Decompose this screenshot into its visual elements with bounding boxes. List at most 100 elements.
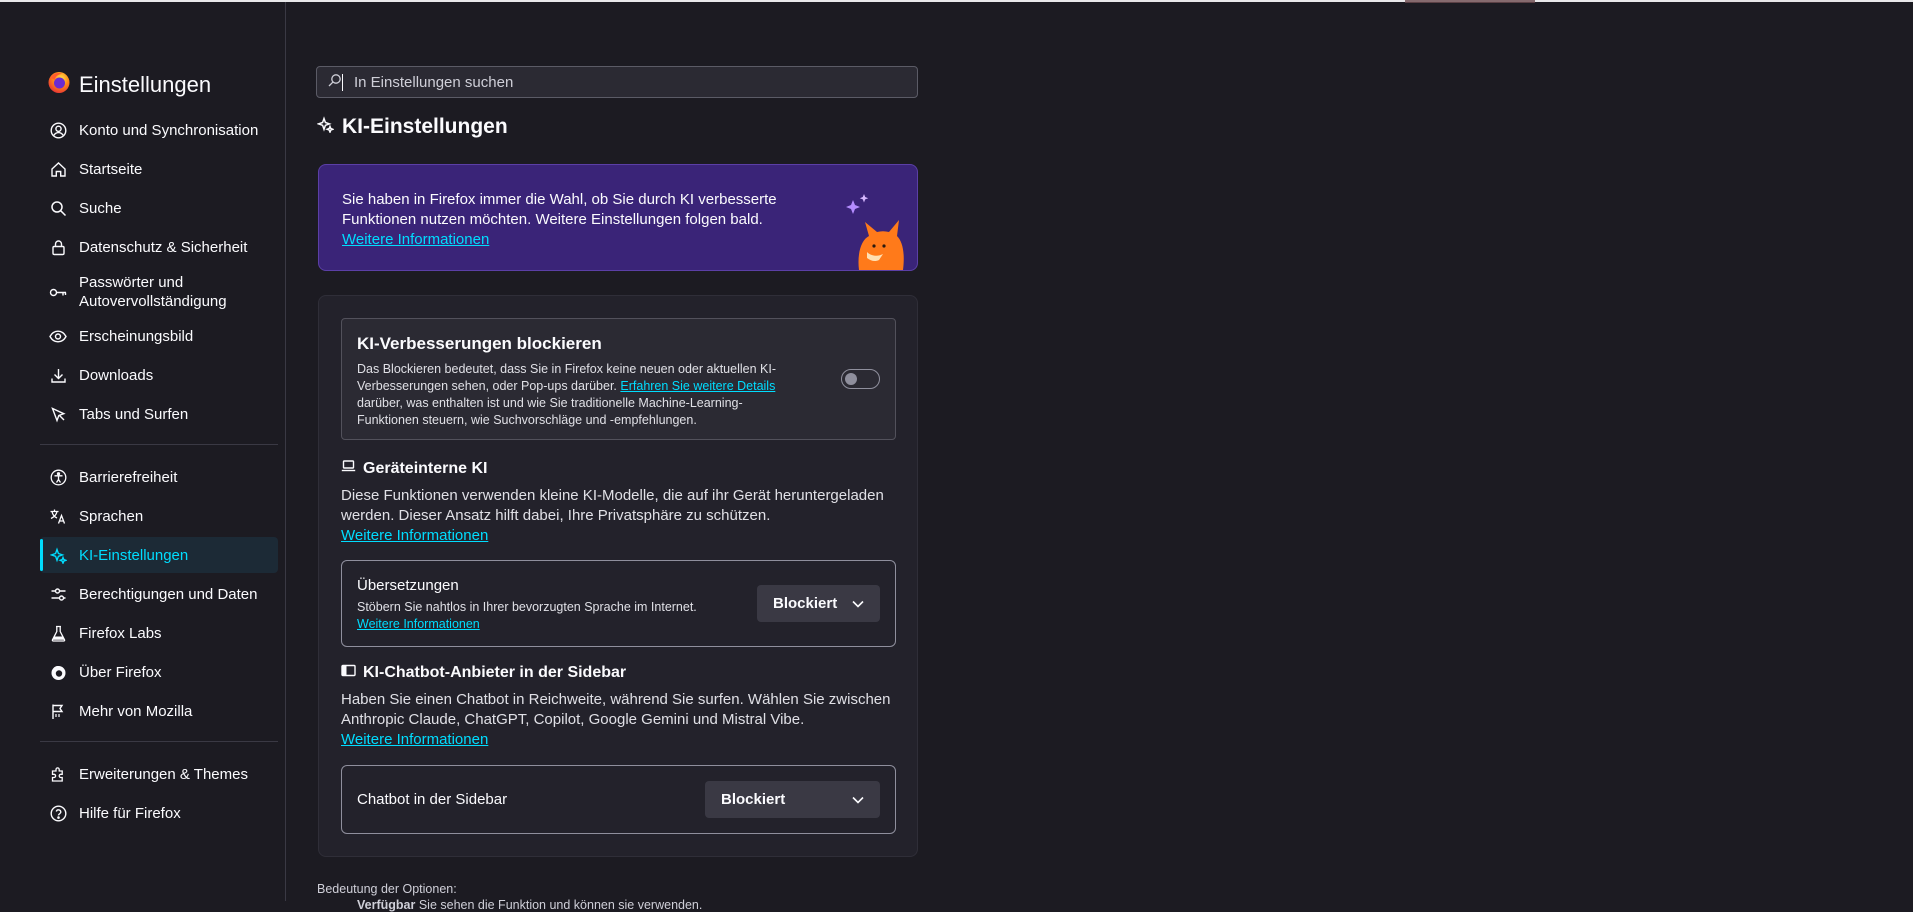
sidebar-nav: Konto und Synchronisation Startseite Suc… — [40, 112, 278, 834]
chatbot-desc-text: Haben Sie einen Chatbot in Reichweite, w… — [341, 691, 890, 728]
translations-setting: Übersetzungen Stöbern Sie nahtlos in Ihr… — [341, 560, 896, 647]
sidebar-item-label: Downloads — [79, 367, 153, 384]
firefox-icon — [49, 663, 67, 681]
sidebar-item-label: Konto und Synchronisation — [79, 122, 258, 139]
download-icon — [49, 366, 67, 384]
translate-icon — [49, 507, 67, 525]
options-legend-heading: Bedeutung der Optionen: — [317, 882, 457, 896]
translations-desc-text: Stöbern Sie nahtlos in Ihrer bevorzugten… — [357, 600, 697, 614]
banner-learn-more-link[interactable]: Weitere Informationen — [342, 231, 489, 248]
main-content: KI-Einstellungen Sie haben in Firefox im… — [287, 2, 1913, 901]
sidebar-item-search[interactable]: Suche — [40, 190, 278, 226]
chatbot-heading-text: KI-Chatbot-Anbieter in der Sidebar — [363, 664, 626, 682]
home-icon — [49, 160, 67, 178]
banner-message: Sie haben in Firefox immer die Wahl, ob … — [342, 191, 777, 228]
flask-icon — [49, 624, 67, 642]
local-ai-learn-more-link[interactable]: Weitere Informationen — [341, 527, 488, 544]
block-ai-desc-after: darüber, was enthalten ist und wie Sie t… — [357, 396, 743, 427]
local-ai-desc-text: Diese Funktionen verwenden kleine KI-Mod… — [341, 487, 884, 524]
translations-learn-more-link[interactable]: Weitere Informationen — [357, 617, 480, 631]
eye-icon — [49, 327, 67, 345]
chevron-down-icon — [852, 595, 864, 612]
block-ai-description: Das Blockieren bedeutet, dass Sie in Fir… — [357, 361, 797, 429]
info-banner: Sie haben in Firefox immer die Wahl, ob … — [318, 164, 918, 271]
chatbot-heading: KI-Chatbot-Anbieter in der Sidebar — [341, 664, 626, 682]
page-title-text: KI-Einstellungen — [342, 115, 508, 139]
translations-select[interactable]: Blockiert — [757, 585, 880, 622]
flag-icon — [49, 702, 67, 720]
translations-title: Übersetzungen — [357, 577, 459, 594]
sidebar-item-label: Barrierefreiheit — [79, 469, 177, 486]
sidebar-item-accessibility[interactable]: Barrierefreiheit — [40, 459, 278, 495]
sparkle-icon — [317, 115, 334, 139]
laptop-icon — [341, 459, 356, 478]
sidebar-item-extensions[interactable]: Erweiterungen & Themes — [40, 756, 278, 792]
sidebar-item-label: Sprachen — [79, 508, 143, 525]
sliders-icon — [49, 585, 67, 603]
local-ai-description: Diese Funktionen verwenden kleine KI-Mod… — [341, 486, 901, 546]
account-icon — [49, 121, 67, 139]
sidebar-item-appearance[interactable]: Erscheinungsbild — [40, 318, 278, 354]
sidebar-item-mozilla[interactable]: Mehr von Mozilla — [40, 693, 278, 729]
sidebar-title: Einstellungen — [79, 72, 211, 98]
key-icon — [49, 283, 67, 301]
fox-illustration — [837, 194, 907, 270]
chatbot-option-title: Chatbot in der Sidebar — [357, 791, 507, 808]
sidebar-item-downloads[interactable]: Downloads — [40, 357, 278, 393]
block-ai-details-link[interactable]: Erfahren Sie weitere Details — [620, 379, 775, 393]
sidebar-item-label: Mehr von Mozilla — [79, 703, 192, 720]
sidebar-item-label: Hilfe für Firefox — [79, 805, 181, 822]
search-input[interactable] — [352, 73, 917, 92]
help-icon — [49, 804, 67, 822]
page-title: KI-Einstellungen — [317, 115, 508, 139]
sidebar-panel-icon — [341, 664, 356, 682]
sidebar-item-tabs[interactable]: Tabs und Surfen — [40, 396, 278, 432]
options-legend-item-text: Sie sehen die Funktion und können sie ve… — [415, 898, 702, 912]
sidebar-divider — [40, 444, 278, 445]
sidebar-item-label: Firefox Labs — [79, 625, 162, 642]
sidebar-item-ai-settings[interactable]: KI-Einstellungen — [40, 537, 278, 573]
toggle-knob — [845, 373, 857, 385]
chatbot-setting: Chatbot in der Sidebar Blockiert — [341, 765, 896, 834]
banner-text: Sie haben in Firefox immer die Wahl, ob … — [342, 190, 812, 250]
sidebar-divider — [40, 741, 278, 742]
options-legend-item: Verfügbar Sie sehen die Funktion und kön… — [357, 898, 702, 912]
accessibility-icon — [49, 468, 67, 486]
block-ai-setting: KI-Verbesserungen blockieren Das Blockie… — [341, 318, 896, 440]
sidebar-item-privacy[interactable]: Datenschutz & Sicherheit — [40, 229, 278, 265]
sidebar-item-permissions[interactable]: Berechtigungen und Daten — [40, 576, 278, 612]
sidebar-brand: Einstellungen — [47, 70, 211, 99]
cursor-icon — [49, 405, 67, 423]
sidebar-item-firefox-labs[interactable]: Firefox Labs — [40, 615, 278, 651]
block-ai-toggle[interactable] — [841, 369, 880, 389]
sidebar-item-home[interactable]: Startseite — [40, 151, 278, 187]
chatbot-select[interactable]: Blockiert — [705, 781, 880, 818]
sidebar-item-label: KI-Einstellungen — [79, 547, 188, 564]
local-ai-heading: Geräteinterne KI — [341, 459, 487, 478]
translations-description: Stöbern Sie nahtlos in Ihrer bevorzugten… — [357, 599, 717, 633]
sidebar-item-label: Erscheinungsbild — [79, 328, 193, 345]
chatbot-description: Haben Sie einen Chatbot in Reichweite, w… — [341, 690, 901, 750]
sidebar-item-languages[interactable]: Sprachen — [40, 498, 278, 534]
translations-select-value: Blockiert — [773, 595, 837, 612]
sidebar-item-about[interactable]: Über Firefox — [40, 654, 278, 690]
sidebar-item-label: Berechtigungen und Daten — [79, 586, 257, 603]
block-ai-title: KI-Verbesserungen blockieren — [357, 334, 602, 354]
sidebar-item-label: Erweiterungen & Themes — [79, 766, 248, 783]
sidebar-item-account[interactable]: Konto und Synchronisation — [40, 112, 278, 148]
local-ai-heading-text: Geräteinterne KI — [363, 460, 487, 478]
text-caret — [342, 74, 343, 91]
lock-icon — [49, 238, 67, 256]
puzzle-icon — [49, 765, 67, 783]
chatbot-learn-more-link[interactable]: Weitere Informationen — [341, 731, 488, 748]
sidebar-item-help[interactable]: Hilfe für Firefox — [40, 795, 278, 831]
sidebar-item-passwords[interactable]: Passwörter und Autovervollständigung — [40, 268, 278, 316]
search-icon — [328, 73, 342, 92]
sidebar-item-label: Tabs und Surfen — [79, 406, 188, 423]
settings-search[interactable] — [316, 66, 918, 98]
sidebar-item-label: Suche — [79, 200, 122, 217]
options-legend-item-term: Verfügbar — [357, 898, 415, 912]
sidebar-item-label: Über Firefox — [79, 664, 162, 681]
sidebar: Einstellungen Konto und Synchronisation … — [0, 2, 286, 901]
sidebar-item-label: Datenschutz & Sicherheit — [79, 239, 247, 256]
